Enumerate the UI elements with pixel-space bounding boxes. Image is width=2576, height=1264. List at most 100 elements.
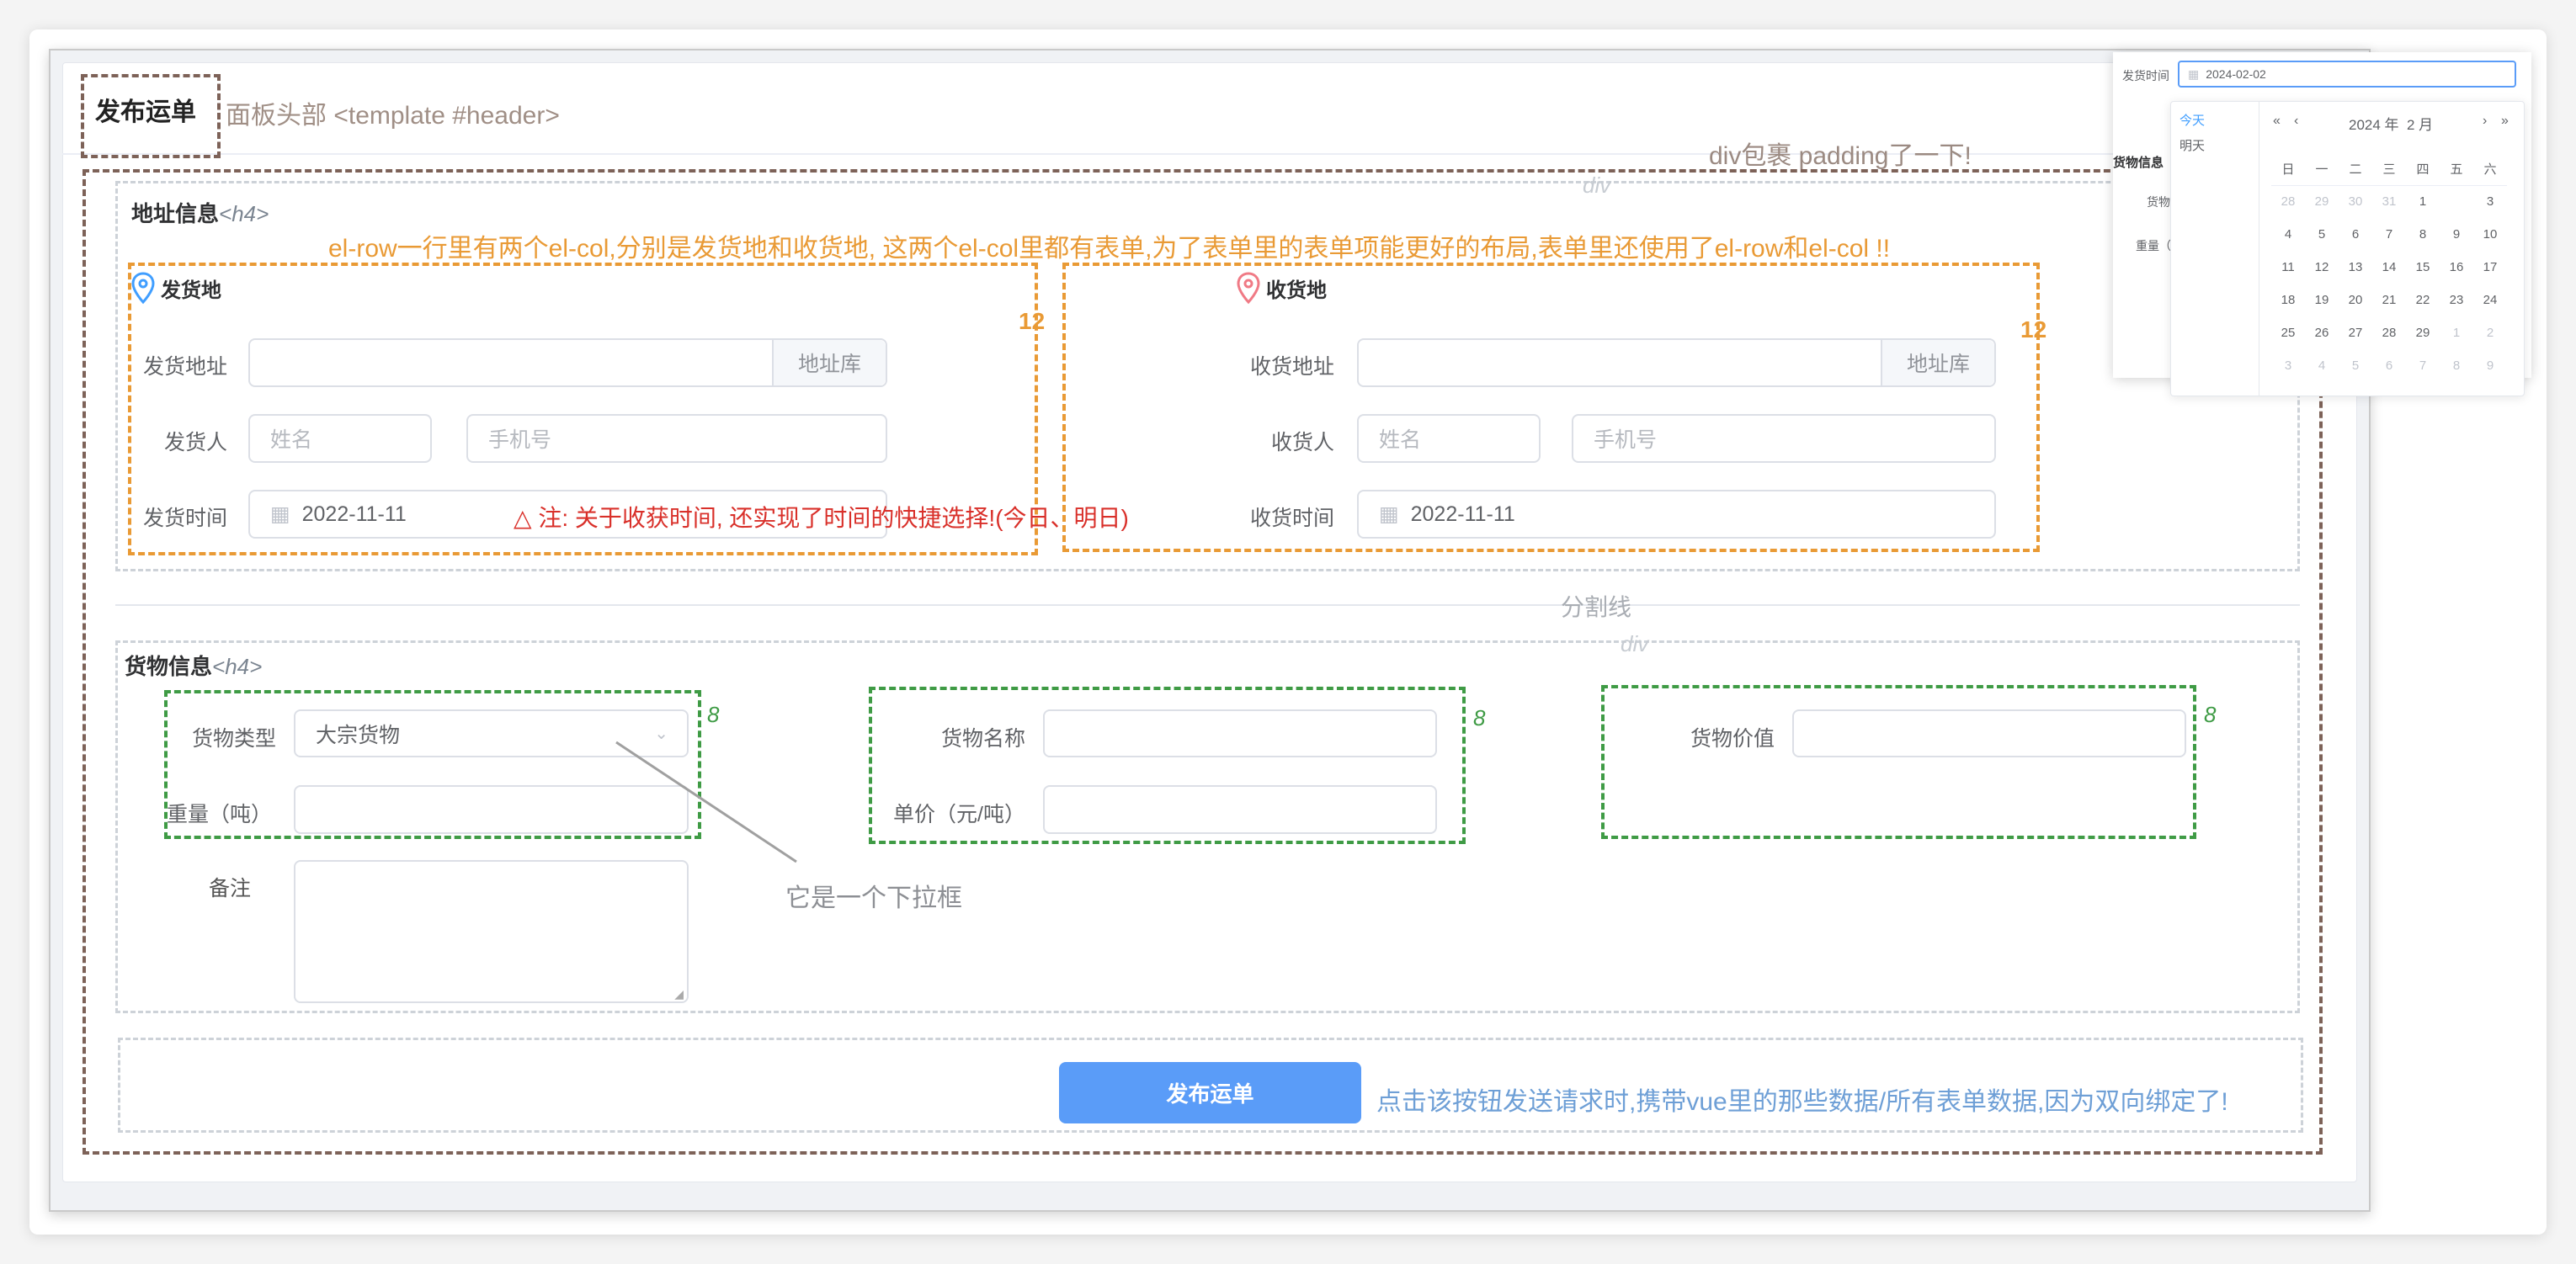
next-year-icon[interactable]: »: [2501, 114, 2509, 129]
padding-annotation: div包裹 padding了一下!: [1709, 142, 1972, 170]
sender-phone-input[interactable]: 手机号: [466, 414, 887, 463]
receiver-time-picker[interactable]: ▦ 2022-11-11: [1357, 490, 1996, 539]
weekday-header: 三: [2382, 162, 2396, 177]
sender-name-input[interactable]: 姓名: [248, 414, 432, 463]
receiver-title-text: 收货地: [1266, 279, 1327, 302]
quick-time-annotation: △ 注: 关于收获时间, 还实现了时间的快捷选择!(今日、明日): [514, 505, 1129, 531]
sender-time-label: 发货时间: [142, 507, 227, 530]
annotation-pointer-line: [615, 741, 797, 863]
placeholder: 姓名: [270, 428, 313, 452]
weekday-header: 二: [2349, 162, 2362, 177]
calendar-day[interactable]: 8: [2406, 227, 2440, 242]
unit-price-input[interactable]: [1043, 785, 1437, 834]
calendar-day[interactable]: 9: [2440, 227, 2473, 242]
calendar-day[interactable]: 5: [2305, 227, 2339, 242]
date-value: 2022-11-11: [1410, 502, 1515, 526]
goods-name-label: 货物名称: [940, 727, 1025, 751]
selected-value: 大宗货物: [316, 723, 401, 747]
page-title: 发布运单: [95, 98, 196, 126]
calendar-day[interactable]: 14: [2372, 260, 2406, 274]
calendar-day[interactable]: 27: [2339, 326, 2372, 340]
calendar-day[interactable]: 6: [2372, 358, 2406, 373]
goods-name-input[interactable]: [1043, 709, 1437, 757]
select-annotation: 它是一个下拉框: [785, 884, 962, 912]
calendar-day[interactable]: 29: [2305, 194, 2339, 209]
background-label: 重量（: [2136, 239, 2171, 252]
calendar-day[interactable]: 13: [2339, 260, 2372, 274]
calendar-day[interactable]: 1: [2440, 326, 2473, 340]
calendar-day[interactable]: 8: [2440, 358, 2473, 373]
calendar-day[interactable]: 31: [2372, 194, 2406, 209]
goods-value-label: 货物价值: [1690, 727, 1775, 751]
calendar-day[interactable]: 12: [2305, 260, 2339, 274]
calendar-day[interactable]: 11: [2271, 260, 2305, 274]
calendar-day[interactable]: 25: [2271, 326, 2305, 340]
background-label: 货物: [2147, 195, 2170, 209]
calendar-day[interactable]: 7: [2372, 227, 2406, 242]
goods-value-input[interactable]: [1792, 709, 2186, 757]
col-span-annotation: 12: [1019, 308, 1046, 334]
calendar-day[interactable]: 26: [2305, 326, 2339, 340]
remark-textarea[interactable]: ◢: [294, 860, 689, 1003]
calendar-day[interactable]: 16: [2440, 260, 2473, 274]
calendar-day[interactable]: 3: [2271, 358, 2305, 373]
popup-date-input[interactable]: ▦ 2024-02-02: [2178, 61, 2516, 88]
calendar-day[interactable]: 6: [2339, 227, 2372, 242]
calendar-day[interactable]: 4: [2305, 358, 2339, 373]
calendar-day[interactable]: 28: [2372, 326, 2406, 340]
h4-tag-annotation: <h4>: [212, 654, 263, 679]
sender-address-input[interactable]: 地址库: [248, 338, 887, 387]
shortcut-tomorrow[interactable]: 明天: [2179, 136, 2205, 154]
placeholder: 手机号: [488, 428, 552, 452]
receiver-name-input[interactable]: 姓名: [1357, 414, 1541, 463]
calendar-day[interactable]: 15: [2406, 260, 2440, 274]
calendar-day[interactable]: 21: [2372, 293, 2406, 307]
next-month-icon[interactable]: ›: [2483, 114, 2487, 129]
receiver-title: 收货地: [1236, 271, 1327, 305]
prev-month-icon[interactable]: ‹: [2294, 114, 2298, 129]
calendar-day[interactable]: 4: [2271, 227, 2305, 242]
calendar-day[interactable]: 24: [2473, 293, 2507, 307]
goods-col-outline: [1601, 685, 2196, 839]
col-span-annotation: 8: [1473, 705, 1486, 730]
calendar-icon: ▦: [2188, 66, 2200, 81]
calendar-day[interactable]: 30: [2339, 194, 2372, 209]
receiver-phone-input[interactable]: 手机号: [1572, 414, 1996, 463]
divider-annotation: 分割线: [1561, 594, 1632, 620]
calendar-day[interactable]: 23: [2440, 293, 2473, 307]
calendar-day[interactable]: 3: [2473, 194, 2507, 209]
background-heading: 货物信息: [2113, 156, 2164, 170]
resize-handle-icon[interactable]: ◢: [674, 987, 684, 1001]
calendar-day[interactable]: 29: [2406, 326, 2440, 340]
calendar-day[interactable]: 9: [2473, 358, 2507, 373]
address-book-button[interactable]: 地址库: [772, 340, 886, 385]
calendar-day[interactable]: 7: [2406, 358, 2440, 373]
goods-type-label: 货物类型: [191, 727, 276, 751]
publish-button[interactable]: 发布运单: [1059, 1062, 1361, 1123]
calendar-icon: ▦: [270, 502, 290, 526]
weight-label: 重量（吨）: [167, 803, 273, 826]
shortcut-today[interactable]: 今天: [2179, 111, 2205, 129]
calendar-day[interactable]: 2: [2473, 326, 2507, 340]
header-divider: [62, 153, 2357, 155]
month-title: 2024 年 2 月: [2349, 117, 2434, 133]
weekday-header: 一: [2315, 162, 2329, 177]
calendar-day[interactable]: 19: [2305, 293, 2339, 307]
address-book-button[interactable]: 地址库: [1881, 340, 1994, 385]
sender-person-label: 发货人: [163, 431, 227, 454]
calendar-day[interactable]: 22: [2406, 293, 2440, 307]
div-annotation: div: [1621, 631, 1649, 656]
prev-year-icon[interactable]: «: [2273, 114, 2281, 129]
calendar-day[interactable]: 10: [2473, 227, 2507, 242]
receiver-person-label: 收货人: [1270, 431, 1334, 454]
receiver-address-input[interactable]: 地址库: [1357, 338, 1996, 387]
calendar-day[interactable]: 28: [2271, 194, 2305, 209]
calendar-day[interactable]: 20: [2339, 293, 2372, 307]
selected-day[interactable]: 2: [2440, 188, 2473, 211]
calendar-day[interactable]: 18: [2271, 293, 2305, 307]
calendar-day[interactable]: 17: [2473, 260, 2507, 274]
weekday-header: 五: [2450, 162, 2463, 177]
calendar-day[interactable]: 5: [2339, 358, 2372, 373]
calendar-day[interactable]: 1: [2406, 194, 2440, 209]
col-span-annotation: 12: [2020, 316, 2047, 343]
